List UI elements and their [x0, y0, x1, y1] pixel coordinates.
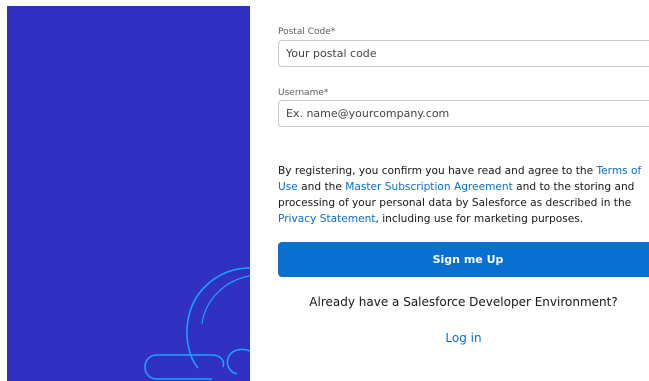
legal-text-part1: By registering, you confirm you have rea…	[278, 165, 597, 177]
log-in-link[interactable]: Log in	[278, 331, 649, 345]
legal-text-part2: and the	[297, 181, 346, 193]
illustration-arm-top	[144, 354, 212, 368]
decorative-illustration	[144, 267, 250, 380]
existing-environment-text: Already have a Salesforce Developer Envi…	[309, 295, 618, 309]
username-input[interactable]	[278, 100, 649, 127]
privacy-statement-link[interactable]: Privacy Statement	[278, 213, 375, 225]
postal-code-input[interactable]	[278, 40, 649, 67]
username-label: Username*	[278, 88, 329, 98]
brand-panel	[7, 6, 250, 381]
master-subscription-agreement-link[interactable]: Master Subscription Agreement	[345, 181, 513, 193]
signup-form: Postal Code* Username* By registering, y…	[278, 0, 649, 381]
legal-consent-text: By registering, you confirm you have rea…	[278, 163, 649, 227]
illustration-hand-curve	[226, 348, 250, 375]
illustration-arm-bottom	[144, 366, 212, 380]
sign-me-up-button[interactable]: Sign me Up	[278, 242, 649, 277]
illustration-fist	[211, 354, 225, 368]
illustration-circle-arc	[186, 267, 250, 369]
postal-code-label: Postal Code*	[278, 27, 336, 37]
legal-text-part4: , including use for marketing purposes.	[375, 213, 584, 225]
